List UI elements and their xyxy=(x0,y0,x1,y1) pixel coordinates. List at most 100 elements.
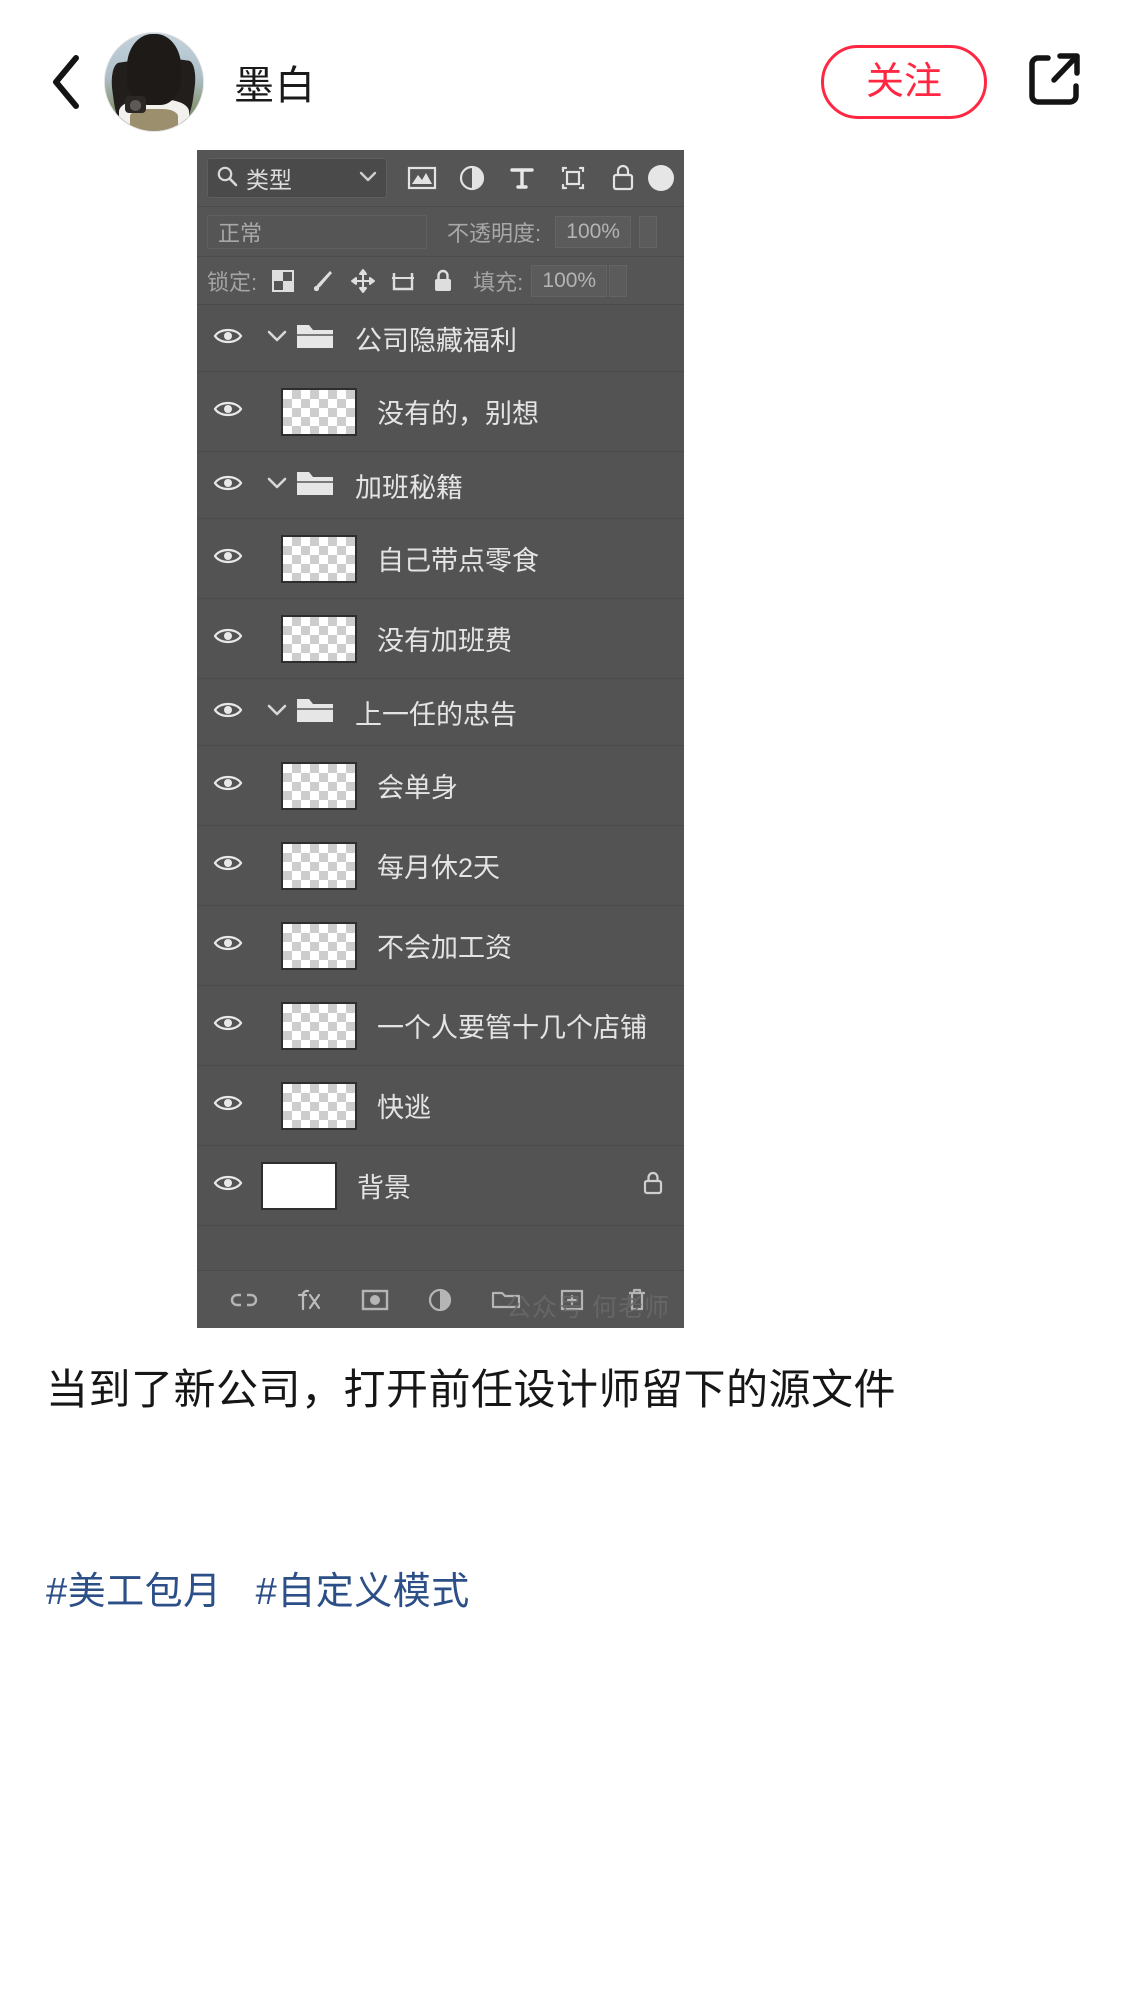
follow-button[interactable]: 关注 xyxy=(820,44,987,119)
pixel-layer-icon[interactable] xyxy=(400,156,444,200)
app-header: 墨白 关注 xyxy=(0,0,1125,163)
group-disclosure-toggle[interactable] xyxy=(259,475,295,496)
artboard-lock-icon[interactable] xyxy=(383,262,423,300)
brush-lock-icon[interactable] xyxy=(303,262,343,300)
layer-name[interactable]: 自己带点零食 xyxy=(377,539,634,578)
layer-thumbnail[interactable] xyxy=(281,841,357,890)
shape-layer-icon[interactable] xyxy=(551,156,595,200)
group-disclosure-icon[interactable] xyxy=(266,328,288,349)
type-layer-icon[interactable] xyxy=(500,156,544,200)
layer-visibility-icon[interactable] xyxy=(213,326,243,351)
layer-visibility-toggle[interactable] xyxy=(197,305,259,371)
layer-locked-icon[interactable] xyxy=(642,1169,664,1202)
layer-visibility-icon[interactable] xyxy=(213,1013,243,1038)
layer-lock-indicator[interactable] xyxy=(634,1169,684,1202)
new-layer-icon[interactable] xyxy=(551,1279,593,1321)
group-disclosure-icon[interactable] xyxy=(266,475,288,496)
layer-row[interactable]: 不会加工资 xyxy=(197,906,684,986)
layer-thumbnail[interactable] xyxy=(281,387,357,436)
smart-object-icon[interactable] xyxy=(601,156,645,200)
layer-row[interactable]: 一个人要管十几个店铺 xyxy=(197,986,684,1066)
layer-filter-select[interactable]: 类型 xyxy=(207,158,387,198)
group-folder xyxy=(295,468,341,503)
layer-thumbnail[interactable] xyxy=(281,1081,357,1130)
delete-layer-icon[interactable] xyxy=(616,1279,658,1321)
layer-thumbnail[interactable] xyxy=(281,1001,357,1050)
layer-style-fx-icon[interactable] xyxy=(288,1279,330,1321)
layer-visibility-icon[interactable] xyxy=(213,1173,243,1198)
transparency-lock-icon[interactable] xyxy=(263,262,303,300)
layer-visibility-toggle[interactable] xyxy=(197,986,259,1065)
layer-visibility-toggle[interactable] xyxy=(197,452,259,518)
layer-visibility-icon[interactable] xyxy=(213,853,243,878)
lock-all-icon[interactable] xyxy=(423,262,463,300)
layer-thumbnail[interactable] xyxy=(281,921,357,970)
layer-visibility-icon[interactable] xyxy=(213,473,243,498)
group-disclosure-icon[interactable] xyxy=(266,702,288,723)
position-lock-icon[interactable] xyxy=(343,262,383,300)
layer-visibility-toggle[interactable] xyxy=(197,826,259,905)
layer-visibility-icon[interactable] xyxy=(213,546,243,571)
layer-visibility-toggle[interactable] xyxy=(197,906,259,985)
chevron-down-icon[interactable] xyxy=(358,169,378,188)
blend-mode-select[interactable]: 正常 xyxy=(207,214,427,249)
layer-row[interactable]: 背景 xyxy=(197,1146,684,1226)
layer-name[interactable]: 每月休2天 xyxy=(377,846,634,885)
back-button[interactable] xyxy=(38,50,92,114)
layer-row[interactable]: 公司隐藏福利 xyxy=(197,305,684,372)
layer-row[interactable]: 每月休2天 xyxy=(197,826,684,906)
username[interactable]: 墨白 xyxy=(234,53,316,111)
adjustment-layer-icon[interactable] xyxy=(419,1279,461,1321)
link-layers-icon[interactable] xyxy=(223,1279,265,1321)
layer-row[interactable]: 加班秘籍 xyxy=(197,452,684,519)
post-tag[interactable]: #自定义模式 xyxy=(256,1571,470,1613)
group-disclosure-toggle[interactable] xyxy=(259,702,295,723)
layer-row[interactable]: 自己带点零食 xyxy=(197,519,684,599)
avatar[interactable] xyxy=(104,31,204,132)
layer-visibility-toggle[interactable] xyxy=(197,372,259,451)
layer-name[interactable]: 上一任的忠告 xyxy=(355,693,634,732)
layer-thumbnail[interactable] xyxy=(281,534,357,583)
share-button[interactable] xyxy=(1023,51,1085,113)
layer-thumbnail[interactable] xyxy=(261,1161,337,1210)
layer-row[interactable]: 会单身 xyxy=(197,746,684,826)
layer-name[interactable]: 公司隐藏福利 xyxy=(355,319,634,358)
layer-visibility-toggle[interactable] xyxy=(197,1066,259,1145)
layer-visibility-icon[interactable] xyxy=(213,933,243,958)
layer-name[interactable]: 没有加班费 xyxy=(377,619,634,658)
layer-row[interactable]: 上一任的忠告 xyxy=(197,679,684,746)
adjustment-layer-icon[interactable] xyxy=(450,156,494,200)
layer-name[interactable]: 加班秘籍 xyxy=(355,466,634,505)
layer-visibility-toggle[interactable] xyxy=(197,1146,259,1225)
fill-value-field[interactable]: 100% xyxy=(531,264,608,297)
layer-name[interactable]: 一个人要管十几个店铺 xyxy=(377,1006,647,1045)
layer-name[interactable]: 不会加工资 xyxy=(377,926,634,965)
layer-name[interactable]: 会单身 xyxy=(377,766,634,805)
opacity-value-field[interactable]: 100% xyxy=(555,215,632,248)
layer-name[interactable]: 没有的，别想 xyxy=(377,392,634,431)
layer-mask-icon[interactable] xyxy=(354,1279,396,1321)
layer-row[interactable]: 快逃 xyxy=(197,1066,684,1146)
lock-label: 锁定: xyxy=(207,269,258,295)
layer-visibility-toggle[interactable] xyxy=(197,599,259,678)
post-tag[interactable]: #美工包月 xyxy=(46,1571,222,1613)
layer-row[interactable]: 没有的，别想 xyxy=(197,372,684,452)
fill-stepper[interactable] xyxy=(609,264,628,297)
layer-visibility-icon[interactable] xyxy=(213,1093,243,1118)
layer-row[interactable]: 没有加班费 xyxy=(197,599,684,679)
group-disclosure-toggle[interactable] xyxy=(259,328,295,349)
layer-visibility-toggle[interactable] xyxy=(197,679,259,745)
new-group-icon[interactable] xyxy=(485,1279,527,1321)
layer-visibility-toggle[interactable] xyxy=(197,746,259,825)
layer-visibility-icon[interactable] xyxy=(213,773,243,798)
layer-visibility-icon[interactable] xyxy=(213,399,243,424)
opacity-stepper[interactable] xyxy=(639,215,658,248)
layer-visibility-toggle[interactable] xyxy=(197,519,259,598)
filter-toggle-icon[interactable] xyxy=(648,165,674,191)
layer-name[interactable]: 快逃 xyxy=(377,1086,634,1125)
layer-thumbnail[interactable] xyxy=(281,614,357,663)
layer-thumbnail[interactable] xyxy=(281,761,357,810)
layer-visibility-icon[interactable] xyxy=(213,626,243,651)
layer-name[interactable]: 背景 xyxy=(357,1166,634,1205)
layer-visibility-icon[interactable] xyxy=(213,700,243,725)
